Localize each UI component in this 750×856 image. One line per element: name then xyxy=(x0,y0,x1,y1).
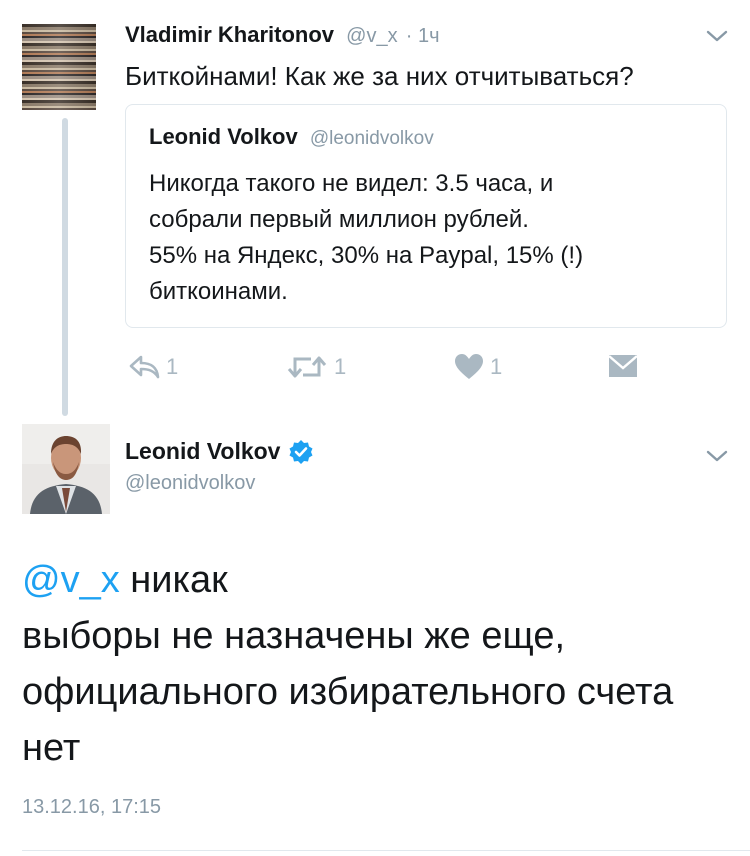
author-name[interactable]: Vladimir Kharitonov xyxy=(125,22,334,47)
main-tweet-header: Leonid Volkov xyxy=(125,438,314,465)
avatar-vladimir-kharitonov[interactable] xyxy=(22,24,96,110)
divider xyxy=(22,850,750,851)
heart-icon xyxy=(455,354,483,379)
quoted-author-name: Leonid Volkov xyxy=(149,124,298,149)
tweet-timestamp[interactable]: 13.12.16, 17:15 xyxy=(22,796,161,819)
author-handle[interactable]: @leonidvolkov xyxy=(125,472,255,495)
verified-badge-icon xyxy=(289,439,313,464)
direct-message-icon xyxy=(608,355,638,377)
quoted-line: биткоинами. xyxy=(149,278,288,305)
quoted-tweet-text: Никогда такого не видел: 3.5 часа, и соб… xyxy=(149,166,583,310)
thread-connector-line xyxy=(62,118,68,416)
tweet-time[interactable]: · 1ч xyxy=(406,25,440,47)
avatar-leonid-volkov[interactable] xyxy=(22,424,110,514)
retweet-icon xyxy=(287,356,327,378)
reply-line: выборы не назначены же еще, xyxy=(22,615,566,657)
direct-message-button[interactable] xyxy=(608,352,638,385)
like-count: 1 xyxy=(490,354,503,379)
like-button[interactable]: 1 xyxy=(454,352,502,382)
quoted-tweet-header: Leonid Volkov @leonidvolkov xyxy=(149,124,434,150)
author-handle[interactable]: @v_x xyxy=(346,25,397,47)
reply-icon xyxy=(129,355,160,379)
mention-link[interactable]: @v_x xyxy=(22,559,120,601)
retweet-count: 1 xyxy=(334,354,347,379)
main-tweet-text: @v_x никак выборы не назначены же еще, о… xyxy=(22,552,673,776)
reply-line: нет xyxy=(22,727,81,769)
quoted-line: Никогда такого не видел: 3.5 часа, и xyxy=(149,170,554,197)
retweet-button[interactable]: 1 xyxy=(286,352,346,382)
tweet-header: Vladimir Kharitonov @v_x · 1ч xyxy=(125,22,440,48)
reply-count: 1 xyxy=(166,354,179,379)
quoted-author-handle: @leonidvolkov xyxy=(309,128,434,149)
chevron-down-icon[interactable] xyxy=(705,446,729,466)
tweet-text: Биткойнами! Как же за них отчитываться? xyxy=(125,61,634,91)
reply-button[interactable]: 1 xyxy=(128,352,178,382)
quoted-line: 55% на Яндекс, 30% на Paypal, 15% (!) xyxy=(149,242,584,269)
quoted-line: собрали первый миллион рублей. xyxy=(149,206,529,233)
reply-line: официального избирательного счета xyxy=(22,671,674,713)
chevron-down-icon[interactable] xyxy=(705,26,729,46)
reply-line: @v_x никак xyxy=(22,552,673,608)
reply-line-text: никак xyxy=(119,559,228,601)
author-name[interactable]: Leonid Volkov xyxy=(125,438,280,465)
